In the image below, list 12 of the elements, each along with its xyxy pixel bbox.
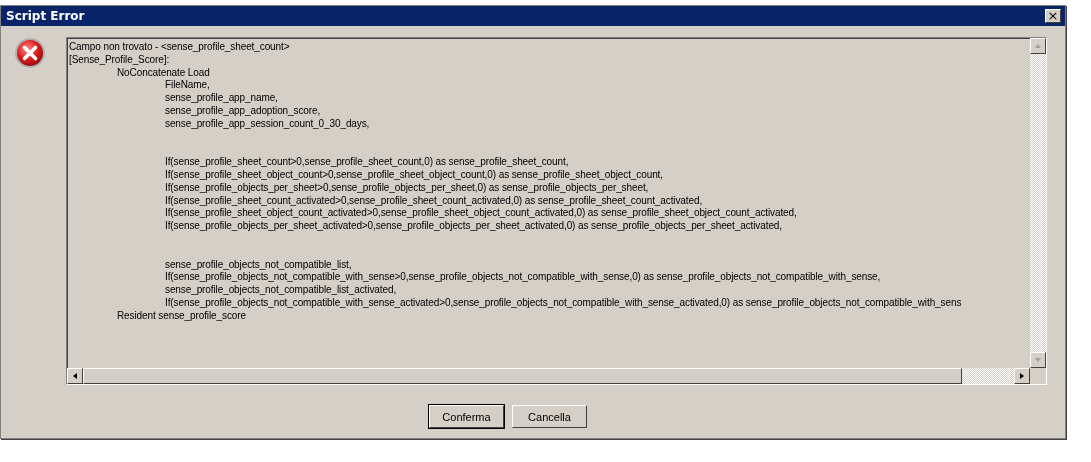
down-arrow-icon xyxy=(1034,356,1042,364)
message-box[interactable] xyxy=(66,37,1047,385)
error-icon xyxy=(14,37,46,69)
dialog-button[interactable]: Cancella xyxy=(512,405,587,428)
right-arrow-icon xyxy=(1018,372,1026,380)
window-title: Script Error xyxy=(6,9,85,23)
close-button[interactable]: × xyxy=(1045,9,1061,23)
vertical-scrollbar[interactable] xyxy=(1030,38,1046,368)
script-error-text: Campo non trovato - <sense_profile_sheet_count> [Sense_Profile_Score]: NoConcatenate Load FileName, sense_profile_app_name, sense_profile_app_adoption_score, sense_profile_app_session_count_0_30_days, If(sense_profile_sheet_count>0,sense_profile_sheet_count,0) as sense_profile_sheet_count, If(sense_profile_sheet_object_count>0,sense_profile_sheet_object_count,0) as sense_profile_sheet_object_count, If(sense_profile_objects_per_sheet>0,sense_profile_objects_per_sheet,0) as sense_profile_objects_per_sheet, If(sense_profile_sheet_count_activated>0,sense_profile_sheet_count_activated,0) as sense_profile_sheet_count_activated, If(sense_profile_sheet_object_count_activated>0,sense_profile_sheet_object_count_activated,0) as sense_profile_sheet_object_count_activated, If(sense_profile_objects_per_sheet_activated>0,sense_profile_objects_per_sheet_activated,0) as sense_profile_objects_per_sheet_activated, sense_profile_objects_not_compatible_list, If(sense_profile_objects_not_compatible_with_sense>0,sense_profile_objects_not_compatible_with_sense,0) as sense_profile_objects_not_compatible_with_sense, sense_profile_objects_not_compatible_list_activated, If(sense_profile_objects_not_compatible_with_sense_activated>0,sense_profile_objects_not_compatible_with_sense_activated,0) as sense_profile_objects_not_compatible_with_sens Resident sense_profile_score xyxy=(69,41,962,323)
up-arrow-icon xyxy=(1034,42,1042,50)
dialog-button[interactable]: Conferma xyxy=(429,405,504,428)
left-arrow-icon xyxy=(71,372,79,380)
